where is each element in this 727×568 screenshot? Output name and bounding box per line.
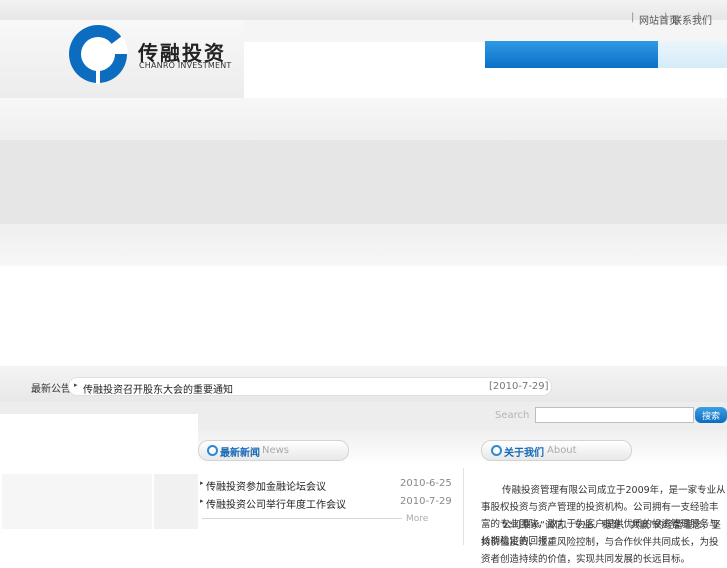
bullet-icon: ▸ bbox=[74, 381, 78, 389]
about-title: 关于我们 bbox=[504, 448, 544, 459]
news-item-date: 2010-7-29 bbox=[400, 496, 452, 507]
search-label: Search bbox=[495, 410, 530, 421]
about-title-en: About bbox=[547, 445, 577, 456]
link-separator: | bbox=[697, 12, 701, 23]
news-item-link[interactable]: 传融投资参加金融论坛会议 bbox=[206, 478, 326, 493]
divider bbox=[202, 518, 402, 519]
search-input[interactable] bbox=[535, 407, 694, 423]
bullet-icon: ▸ bbox=[200, 479, 204, 487]
logo-subtitle: CHANRO INVESTMENT bbox=[139, 61, 232, 70]
notice-label: 最新公告 bbox=[31, 384, 71, 395]
search-button[interactable]: 搜索 bbox=[695, 407, 727, 423]
news-item-link[interactable]: 传融投资公司举行年度工作会议 bbox=[206, 496, 346, 511]
banner-bottom bbox=[0, 224, 727, 266]
news-item-date: 2010-6-25 bbox=[400, 478, 452, 489]
header-blue-strip-right bbox=[485, 41, 658, 68]
news-more-link[interactable]: More bbox=[406, 514, 428, 524]
header-light-strip bbox=[658, 41, 727, 68]
link-separator: | bbox=[664, 12, 668, 23]
notice-link[interactable]: 传融投资召开股东大会的重要通知 bbox=[83, 381, 233, 396]
circle-icon bbox=[491, 445, 502, 456]
contact-link[interactable]: 联系我们 bbox=[672, 12, 712, 27]
notice-date: [2010-7-29] bbox=[489, 381, 549, 392]
top-bar bbox=[0, 0, 727, 20]
link-separator: | bbox=[631, 12, 635, 23]
left-panel bbox=[2, 474, 152, 529]
news-title-en: News bbox=[262, 445, 290, 456]
banner-top bbox=[0, 98, 727, 140]
left-panel-side bbox=[154, 474, 198, 529]
logo-icon[interactable] bbox=[68, 24, 128, 84]
news-title: 最新新闻 bbox=[220, 448, 260, 459]
circle-icon bbox=[207, 445, 218, 456]
column-divider bbox=[463, 468, 464, 545]
banner-image bbox=[0, 140, 727, 224]
bullet-icon: ▸ bbox=[200, 497, 204, 505]
about-paragraph: 公司秉承“诚信、专业、稳健、共赢”的经营理念，坚持价值投资，注重风险控制，与合作… bbox=[481, 520, 721, 565]
